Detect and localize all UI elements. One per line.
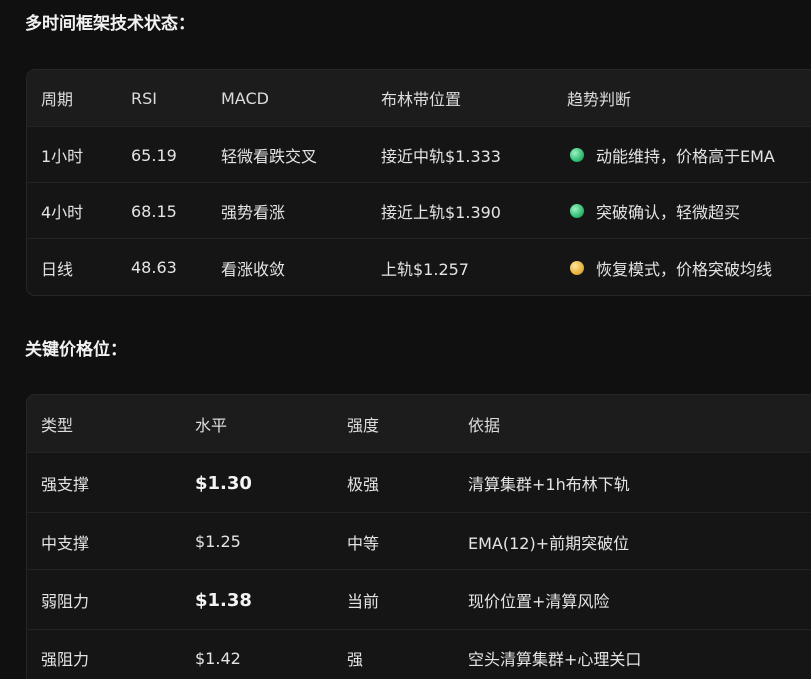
period-cell: 日线 (41, 259, 74, 279)
trend-cell: 恢复模式，价格突破均线 (570, 239, 773, 295)
bollinger-cell: 上轨$1.257 (381, 259, 469, 279)
trend-cell: 突破确认，轻微超买 (570, 183, 740, 239)
level-cell: $1.38 (195, 589, 252, 611)
strength-cell: 极强 (347, 475, 380, 494)
strength-cell: 中等 (347, 533, 380, 553)
period-cell: 4小时 (41, 203, 84, 222)
type-cell: 中支撑 (41, 533, 90, 553)
rsi-cell: 65.19 (131, 145, 177, 165)
table-row: 日线 48.63 看涨收敛 上轨$1.257 恢复模式，价格突破均线 (27, 238, 811, 295)
header-type: 类型 (41, 415, 74, 435)
header-bollinger: 布林带位置 (381, 90, 462, 109)
table-row: 弱阻力 $1.38 当前 现价位置+清算风险 (27, 569, 811, 630)
green-status-dot-icon (570, 148, 584, 162)
header-rsi: RSI (131, 88, 157, 108)
price-levels-table: 类型 水平 强度 依据 强支撑 $1.30 极强 清算集群+1h布林下轨 中支撑… (26, 394, 811, 679)
section-title-timeframes: 多时间框架技术状态： (25, 14, 195, 34)
section-title-price-levels: 关键价格位： (25, 340, 127, 360)
bollinger-cell: 接近中轨$1.333 (381, 147, 501, 166)
type-cell: 强支撑 (41, 475, 90, 494)
trend-text: 动能维持，价格高于EMA (596, 147, 775, 166)
macd-cell: 强势看涨 (221, 203, 286, 222)
period-cell: 1小时 (41, 147, 84, 166)
strength-cell: 当前 (347, 592, 380, 611)
table-header-row: 类型 水平 强度 依据 (27, 395, 811, 452)
trend-text: 突破确认，轻微超买 (596, 203, 741, 222)
header-basis: 依据 (468, 415, 501, 435)
basis-cell: EMA(12)+前期突破位 (468, 533, 630, 553)
rsi-cell: 48.63 (131, 258, 177, 277)
trend-text: 恢复模式，价格突破均线 (596, 259, 773, 279)
level-cell: $1.25 (195, 532, 241, 551)
page: 多时间框架技术状态： 周期 RSI MACD 布林带位置 趋势判断 1小时 65… (0, 0, 811, 679)
basis-cell: 清算集群+1h布林下轨 (468, 475, 630, 494)
basis-cell: 现价位置+清算风险 (468, 592, 610, 611)
bollinger-cell: 接近上轨$1.390 (381, 203, 501, 222)
strength-cell: 强 (347, 650, 364, 669)
header-level: 水平 (195, 415, 228, 435)
trend-cell: 动能维持，价格高于EMA (570, 127, 775, 183)
type-cell: 强阻力 (41, 650, 90, 669)
type-cell: 弱阻力 (41, 592, 90, 611)
table-row: 1小时 65.19 轻微看跌交叉 接近中轨$1.333 动能维持，价格高于EMA (27, 126, 811, 183)
basis-cell: 空头清算集群+心理关口 (468, 650, 642, 669)
rsi-cell: 68.15 (131, 201, 177, 221)
header-strength: 强度 (347, 415, 380, 435)
timeframe-table: 周期 RSI MACD 布林带位置 趋势判断 1小时 65.19 轻微看跌交叉 … (26, 69, 811, 296)
yellow-status-dot-icon (570, 260, 584, 275)
green-status-dot-icon (570, 204, 584, 218)
header-period: 周期 (41, 90, 74, 109)
macd-cell: 轻微看跌交叉 (221, 147, 318, 166)
table-row: 中支撑 $1.25 中等 EMA(12)+前期突破位 (27, 512, 811, 570)
header-trend: 趋势判断 (567, 90, 632, 109)
level-cell: $1.30 (195, 472, 252, 494)
macd-cell: 看涨收敛 (221, 259, 286, 279)
table-row: 4小时 68.15 强势看涨 接近上轨$1.390 突破确认，轻微超买 (27, 182, 811, 239)
table-row: 强支撑 $1.30 极强 清算集群+1h布林下轨 (27, 452, 811, 513)
table-header-row: 周期 RSI MACD 布林带位置 趋势判断 (27, 70, 811, 126)
header-macd: MACD (221, 88, 269, 108)
level-cell: $1.42 (195, 648, 241, 668)
table-row: 强阻力 $1.42 强 空头清算集群+心理关口 (27, 629, 811, 679)
